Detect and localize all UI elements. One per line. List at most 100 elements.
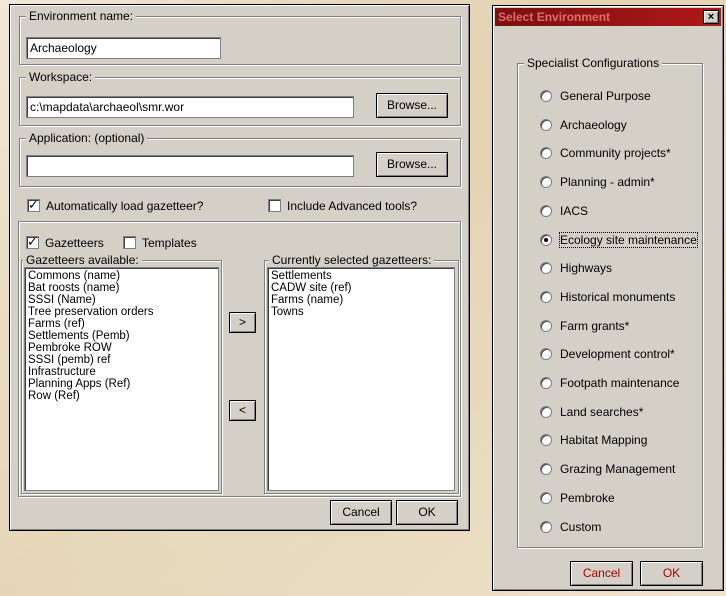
radio-option[interactable]: IACS	[540, 203, 588, 219]
radio-option[interactable]: Highways	[540, 260, 612, 276]
radio-button-icon[interactable]	[540, 463, 552, 476]
advanced-tools-label: Include Advanced tools?	[287, 199, 418, 213]
radio-option[interactable]: Archaeology	[540, 117, 627, 133]
radio-button-icon[interactable]	[540, 176, 552, 189]
radio-option[interactable]: Historical monuments	[540, 289, 675, 305]
gazetteers-available-list[interactable]: Commons (name) Bat roosts (name) SSSI (Nam…	[24, 267, 219, 491]
radio-option-label: Pembroke	[560, 490, 615, 505]
radio-button-icon[interactable]	[540, 233, 552, 246]
application-browse-button[interactable]: Browse...	[376, 152, 448, 177]
radio-button-icon[interactable]	[540, 319, 552, 332]
gazetteers-label: Gazetteers	[45, 236, 104, 250]
list-item[interactable]: Infrastructure	[28, 366, 215, 378]
radio-option-label: Grazing Management	[560, 462, 676, 477]
radio-option[interactable]: Habitat Mapping	[540, 432, 647, 448]
environment-name-label: Environment name:	[26, 9, 137, 23]
auto-load-label: Automatically load gazetteer?	[46, 199, 204, 213]
radio-button-icon[interactable]	[540, 405, 552, 418]
selected-gazetteers-label: Currently selected gazetteers:	[269, 253, 435, 267]
list-item[interactable]: Towns	[271, 306, 451, 318]
application-group: Application: (optional) Browse...	[19, 131, 461, 187]
radio-option-label: IACS	[560, 203, 589, 218]
radio-option-label: Highways	[560, 261, 613, 276]
radio-option[interactable]: Pembroke	[540, 490, 615, 506]
radio-option[interactable]: Custom	[540, 519, 601, 535]
gazetteers-checkbox[interactable]: ✓ Gazetteers	[26, 234, 104, 251]
list-item[interactable]: Settlements	[271, 270, 451, 282]
list-item[interactable]: SSSI (Name)	[28, 294, 215, 306]
radio-button-icon[interactable]	[540, 377, 552, 389]
selected-gazetteers-list[interactable]: Settlements CADW site (ref) Farms (name) To…	[267, 267, 455, 491]
radio-button-icon[interactable]	[540, 290, 552, 303]
radio-option[interactable]: Development control*	[540, 346, 675, 362]
env-cancel-button[interactable]: Cancel	[330, 500, 392, 525]
auto-load-gazetteer-checkbox[interactable]: ✓ Automatically load gazetteer?	[27, 197, 204, 214]
workspace-browse-button[interactable]: Browse...	[376, 93, 448, 118]
env-ok-button[interactable]: OK	[396, 500, 458, 525]
selected-gazetteers-group: Currently selected gazetteers: Settlemen…	[264, 253, 459, 494]
gazetteer-panel: ✓ Gazetteers Templates Gazetteers availab…	[18, 221, 461, 497]
check-mark-icon: ✓	[28, 197, 39, 212]
specialist-configurations-group: Specialist Configurations General Purpos…	[517, 56, 703, 548]
radio-button-icon[interactable]	[540, 348, 552, 361]
radio-option-label: Custom	[560, 519, 602, 534]
radio-button-icon[interactable]	[540, 90, 552, 102]
list-item[interactable]: Pembroke ROW	[28, 342, 215, 354]
gazetteers-available-label: Gazetteers available:	[23, 253, 142, 267]
templates-checkbox-box[interactable]	[123, 236, 136, 249]
radio-option[interactable]: Farm grants*	[540, 318, 629, 334]
specialist-configurations-label: Specialist Configurations	[524, 56, 663, 70]
radio-button-icon[interactable]	[540, 520, 552, 533]
auto-load-checkbox-box[interactable]: ✓	[27, 197, 40, 212]
gazetteers-checkbox-box[interactable]: ✓	[26, 234, 39, 249]
environment-name-group: Environment name: Archaeology	[19, 9, 461, 65]
radio-option[interactable]: Ecology site maintenance	[540, 231, 698, 248]
radio-option-label: Community projects*	[560, 146, 671, 161]
list-item[interactable]: Settlements (Pemb)	[28, 330, 215, 342]
remove-gazetteer-button[interactable]: <	[229, 400, 256, 421]
radio-button-icon[interactable]	[540, 204, 552, 217]
select-ok-button[interactable]: OK	[640, 561, 703, 586]
radio-option-label: Ecology site maintenance	[559, 231, 698, 248]
radio-button-icon[interactable]	[540, 491, 552, 504]
list-item[interactable]: Farms (ref)	[28, 318, 215, 330]
radio-option[interactable]: Grazing Management	[540, 461, 675, 477]
environment-name-input[interactable]: Archaeology	[26, 37, 221, 59]
radio-button-icon[interactable]	[540, 262, 552, 275]
advanced-tools-checkbox-box[interactable]	[268, 199, 281, 212]
list-item[interactable]: SSSI (pemb) ref	[28, 354, 215, 366]
templates-checkbox[interactable]: Templates	[123, 235, 197, 251]
radio-option-label: Development control*	[560, 347, 675, 362]
radio-button-icon[interactable]	[540, 118, 552, 131]
radio-button-icon[interactable]	[540, 434, 552, 447]
radio-option[interactable]: Community projects*	[540, 145, 671, 161]
list-item[interactable]: CADW site (ref)	[271, 282, 451, 294]
advanced-tools-checkbox[interactable]: Include Advanced tools?	[268, 198, 417, 214]
radio-button-icon[interactable]	[540, 147, 552, 160]
list-item[interactable]: Tree preservation orders	[28, 306, 215, 318]
workspace-input[interactable]: c:\mapdata\archaeol\smr.wor	[26, 96, 354, 118]
radio-option[interactable]: General Purpose	[540, 88, 651, 104]
select-environment-dialog: Select Environment × Specialist Configur…	[492, 5, 724, 591]
select-environment-titlebar[interactable]: Select Environment ×	[495, 8, 721, 26]
list-item[interactable]: Row (Ref)	[28, 390, 215, 402]
radio-option-label: Historical monuments	[560, 289, 676, 304]
radio-option[interactable]: Planning - admin*	[540, 174, 655, 190]
close-icon[interactable]: ×	[703, 10, 719, 24]
radio-option-label: General Purpose	[560, 89, 651, 103]
radio-option-label: Archaeology	[560, 117, 627, 132]
templates-label: Templates	[142, 236, 197, 250]
gazetteers-available-group: Gazetteers available: Commons (name) Bat …	[21, 253, 222, 494]
radio-option-label: Footpath maintenance	[560, 376, 680, 390]
list-item[interactable]: Planning Apps (Ref)	[28, 378, 215, 390]
select-cancel-button[interactable]: Cancel	[570, 561, 633, 586]
add-gazetteer-button[interactable]: >	[229, 312, 256, 333]
radio-option[interactable]: Land searches*	[540, 404, 643, 420]
radio-option-label: Land searches*	[560, 404, 644, 419]
radio-option[interactable]: Footpath maintenance	[540, 375, 679, 391]
radio-option-label: Planning - admin*	[560, 175, 655, 190]
list-item[interactable]: Farms (name)	[271, 294, 451, 306]
list-item[interactable]: Bat roosts (name)	[28, 282, 215, 294]
list-item[interactable]: Commons (name)	[28, 270, 215, 282]
application-input[interactable]	[26, 155, 354, 177]
